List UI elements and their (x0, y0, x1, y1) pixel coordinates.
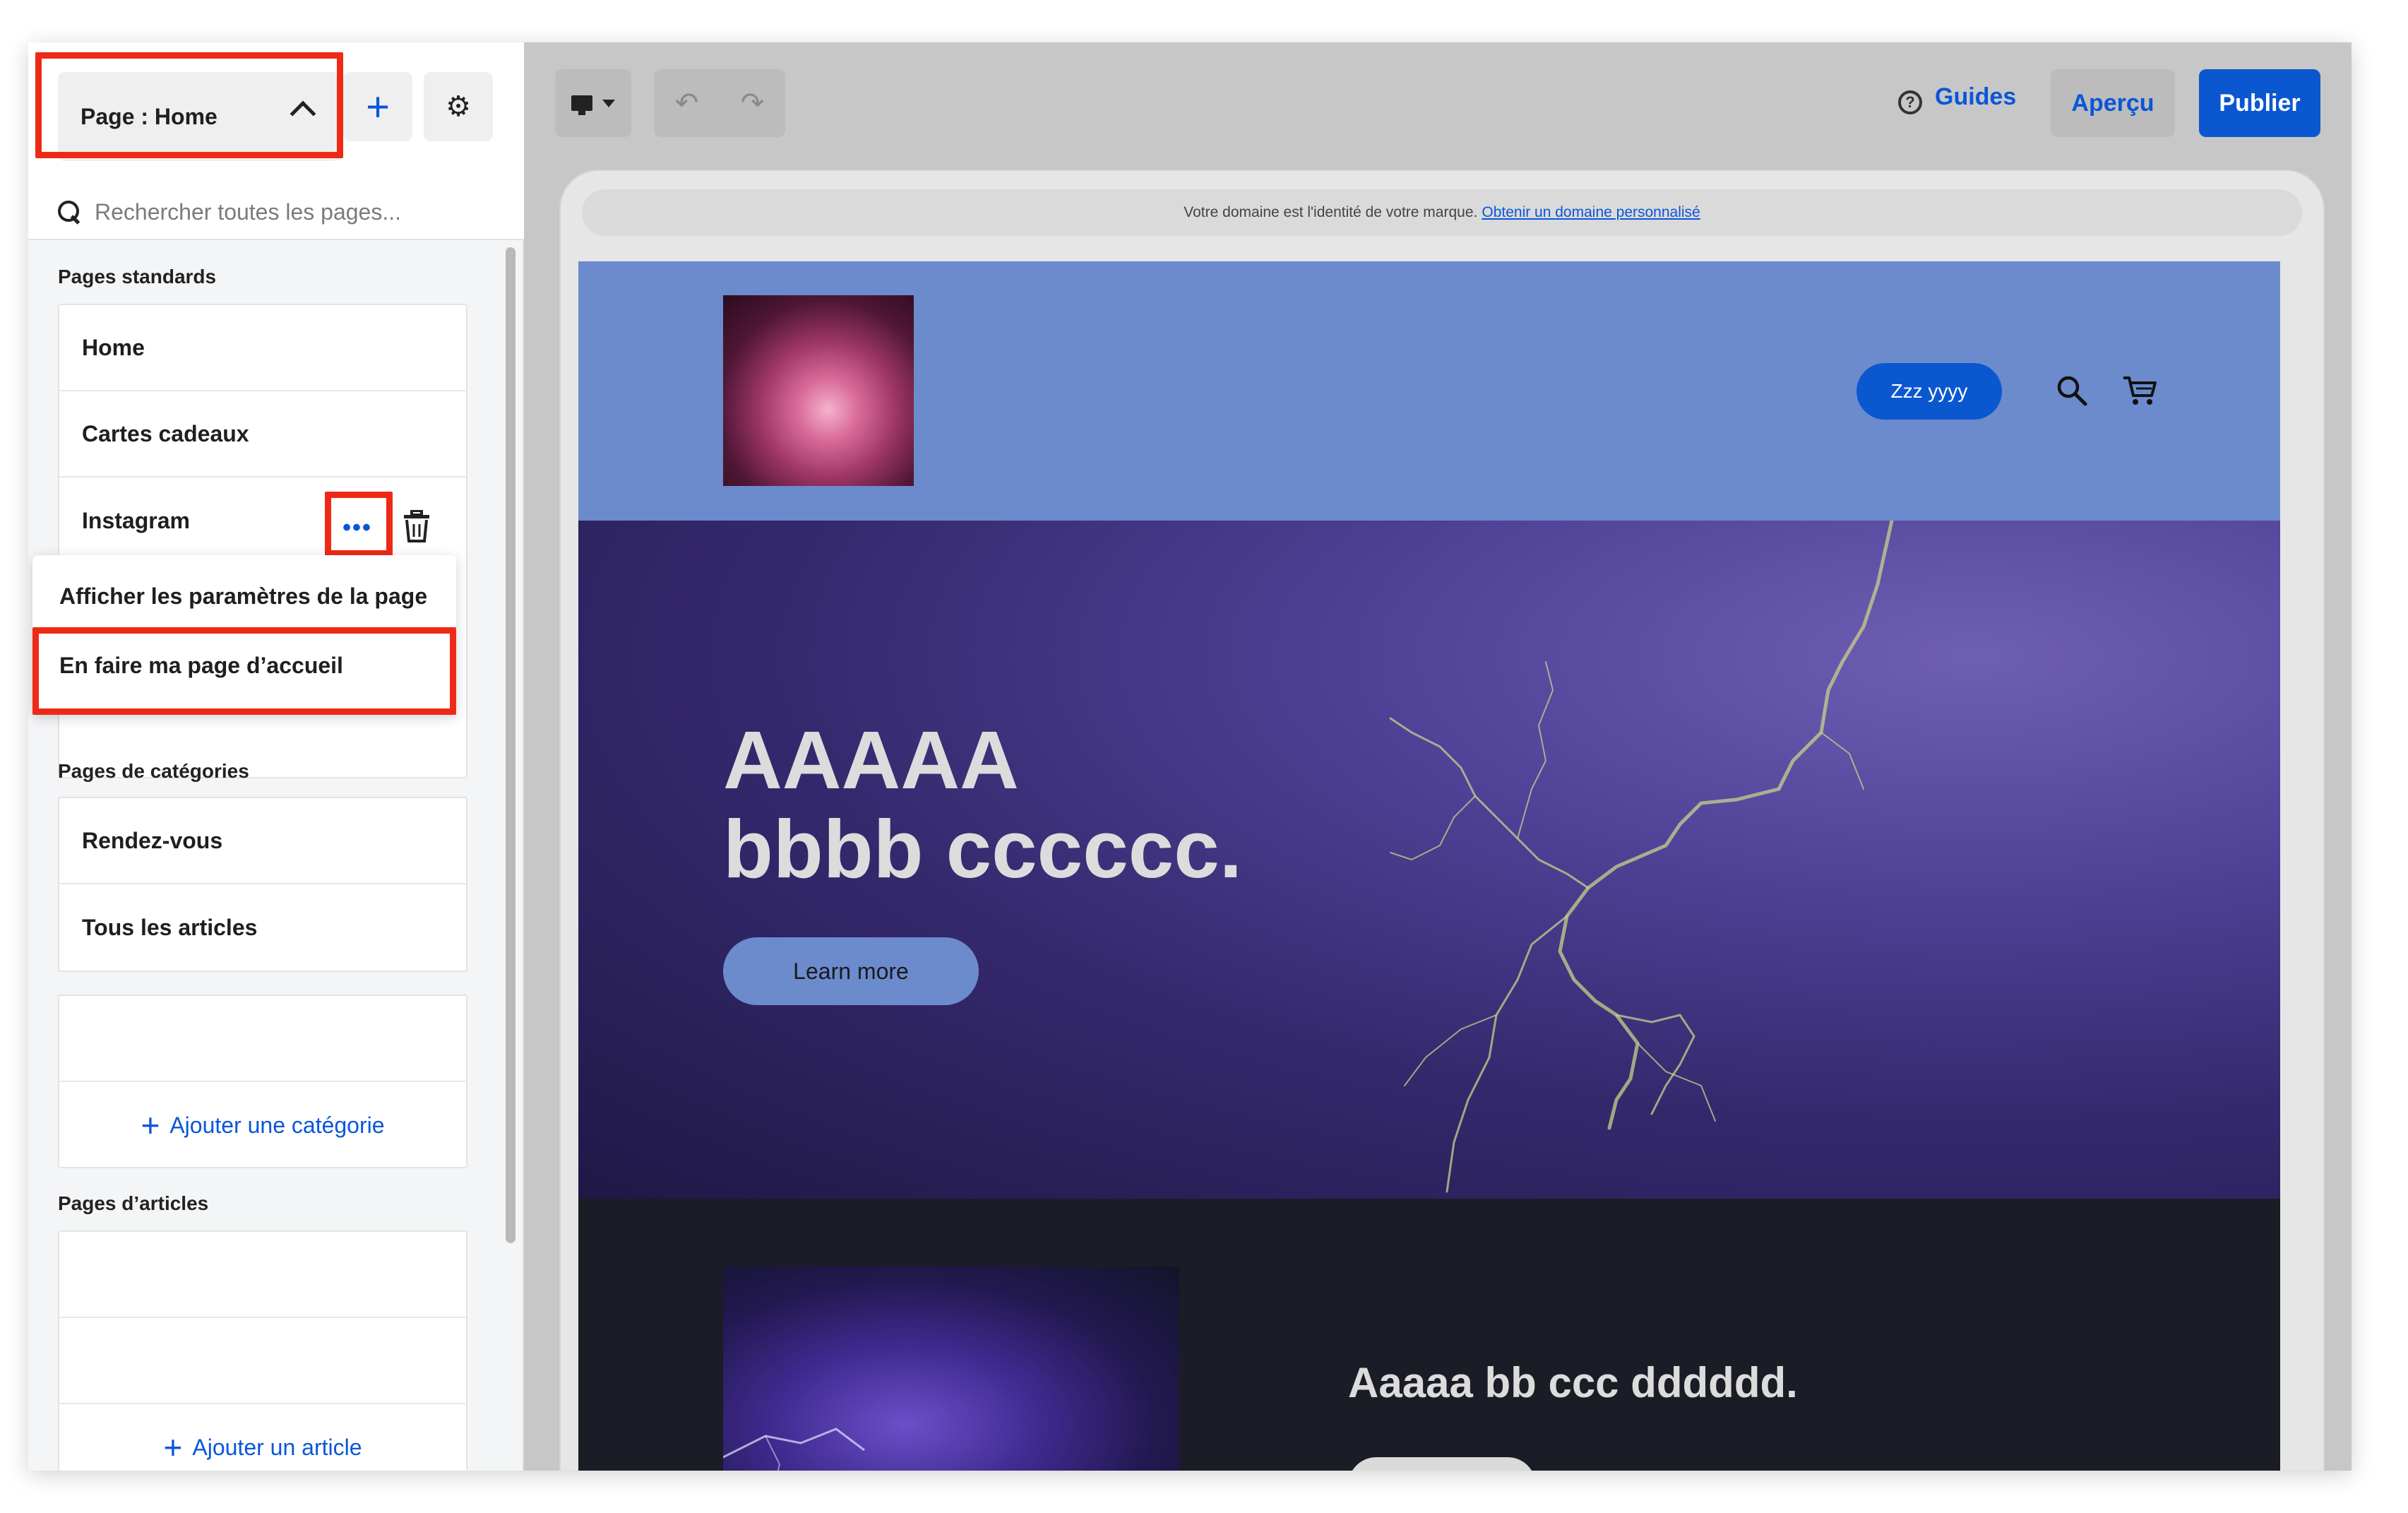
logo-image[interactable] (723, 295, 914, 486)
storm-image[interactable] (723, 1266, 1179, 1471)
menu-item-label: Afficher les paramètres de la page (59, 583, 428, 609)
undo-icon[interactable]: ↶ (675, 87, 699, 119)
article-pages-heading: Pages d’articles (58, 1192, 209, 1214)
gear-icon: ⚙ (446, 91, 471, 122)
settings-button[interactable]: ⚙ (424, 72, 493, 141)
empty-category-slot (59, 996, 466, 1082)
page-item-label: Rendez-vous (82, 827, 223, 853)
page-item-gift-cards[interactable]: Cartes cadeaux (59, 391, 466, 477)
category-pages-heading: Pages de catégories (58, 760, 249, 782)
page-item-label: Tous les articles (82, 914, 258, 940)
search-input[interactable] (95, 198, 476, 225)
page-item-label: Instagram (82, 507, 190, 533)
add-category-link[interactable]: + Ajouter une catégorie (59, 1082, 466, 1168)
search-icon[interactable] (2056, 374, 2088, 407)
site-preview: Zzz yyyy AAAAA bbbb cccccc. Learn more A… (578, 261, 2280, 1471)
add-category-label: Ajouter une catégorie (169, 1112, 385, 1138)
category-add-card: + Ajouter une catégorie (58, 995, 467, 1168)
page-item-home[interactable]: Home (59, 305, 466, 391)
content-section: Aaaaa bb ccc dddddd. (578, 1199, 2280, 1471)
custom-domain-link[interactable]: Obtenir un domaine personnalisé (1482, 204, 1700, 221)
guides-link[interactable]: Guides (1935, 83, 2016, 111)
article-pages-list: + Ajouter un article (58, 1230, 467, 1471)
page-item-appointments[interactable]: Rendez-vous (59, 798, 466, 884)
preview-button[interactable]: Aperçu (2051, 69, 2175, 137)
page-item-label: Cartes cadeaux (82, 420, 249, 446)
highlight-set-homepage (32, 627, 456, 715)
plus-icon: + (141, 1107, 160, 1144)
sidebar-header: Page : Home + ⚙ (28, 42, 524, 240)
add-article-label: Ajouter un article (192, 1434, 362, 1460)
hero-title-line-2: bbbb cccccc. (723, 803, 1242, 895)
pages-sidebar: Page : Home + ⚙ Pages standards Home Car… (28, 42, 524, 1471)
menu-item-page-settings[interactable]: Afficher les paramètres de la page (32, 562, 456, 630)
learn-more-button[interactable]: Learn more (723, 937, 979, 1005)
standard-pages-heading: Pages standards (58, 266, 217, 287)
hero-section: AAAAA bbbb cccccc. Learn more (578, 521, 2280, 1199)
storm-lightning-graphic (723, 1428, 865, 1471)
help-icon[interactable]: ? (1898, 90, 1922, 114)
add-article-link[interactable]: + Ajouter un article (59, 1404, 466, 1471)
sidebar-scrollbar[interactable] (506, 247, 515, 1243)
highlight-more-button (325, 492, 393, 557)
plus-icon: + (366, 83, 390, 130)
domain-banner: Votre domaine est l'identité de votre ma… (582, 189, 2302, 236)
caret-down-icon (602, 99, 615, 107)
highlight-page-selector (35, 52, 343, 158)
search-icon (56, 199, 82, 225)
add-page-button[interactable]: + (343, 72, 412, 141)
page-item-label: Home (82, 334, 145, 360)
section-button[interactable] (1348, 1457, 1536, 1471)
trash-icon[interactable] (403, 510, 431, 542)
section-title: Aaaaa bb ccc dddddd. (1348, 1359, 1798, 1406)
device-preview-dropdown[interactable] (555, 69, 631, 137)
page-item-all-articles[interactable]: Tous les articles (59, 884, 466, 971)
site-header: Zzz yyyy (578, 261, 2280, 521)
editor-window: Page : Home + ⚙ Pages standards Home Car… (28, 42, 2352, 1471)
page-search (56, 191, 494, 233)
plus-icon: + (163, 1429, 183, 1466)
empty-article-slot (59, 1232, 466, 1318)
header-cta-button[interactable]: Zzz yyyy (1856, 363, 2002, 420)
redo-icon[interactable]: ↷ (741, 87, 765, 119)
history-controls: ↶ ↷ (654, 69, 785, 137)
domain-banner-text: Votre domaine est l'identité de votre ma… (1184, 204, 1478, 220)
empty-article-slot (59, 1318, 466, 1404)
publish-button[interactable]: Publier (2199, 69, 2320, 137)
hero-title-line-1: AAAAA (723, 714, 1019, 806)
cart-icon[interactable] (2122, 374, 2157, 407)
hero-title: AAAAA bbbb cccccc. (723, 716, 1242, 894)
category-pages-list: Rendez-vous Tous les articles (58, 797, 467, 972)
desktop-icon (571, 95, 592, 115)
